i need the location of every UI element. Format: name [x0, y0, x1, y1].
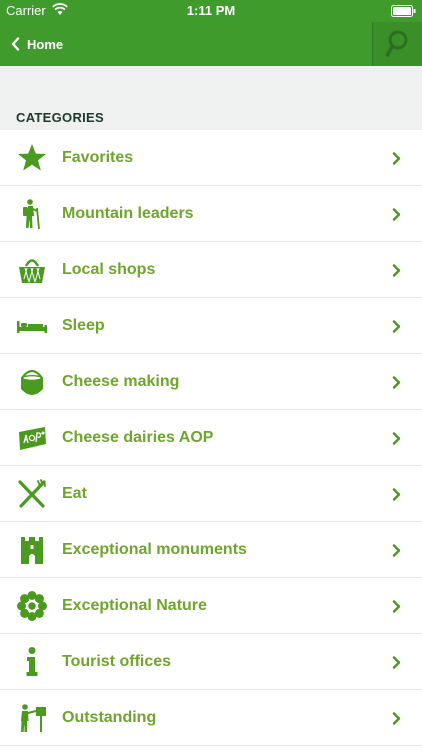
- category-label: Outstanding: [62, 709, 157, 726]
- guide-sign-icon: [21, 704, 46, 732]
- chevron-right-icon: [392, 488, 401, 501]
- category-label: Tourist offices: [62, 653, 172, 670]
- castle-icon: [21, 537, 43, 564]
- category-row-cheese-making[interactable]: Cheese making: [0, 354, 422, 410]
- top-spacer: [0, 66, 422, 106]
- battery-icon: [391, 5, 416, 17]
- chevron-right-icon: [392, 264, 401, 277]
- category-row-outstanding[interactable]: Outstanding: [0, 690, 422, 746]
- category-row-eat[interactable]: Eat: [0, 466, 422, 522]
- bed-icon: [17, 321, 47, 333]
- chevron-right-icon: [392, 320, 401, 333]
- category-label: Exceptional monuments: [62, 541, 247, 558]
- category-label: Favorites: [62, 149, 134, 166]
- back-label: Home: [27, 37, 64, 52]
- chevron-right-icon: [392, 712, 401, 725]
- category-label: Exceptional Nature: [62, 597, 207, 614]
- status-time: 1:11 PM: [186, 3, 236, 18]
- chevron-left-icon: [11, 37, 20, 51]
- chevron-right-icon: [392, 600, 401, 613]
- search-button[interactable]: [372, 22, 422, 66]
- section-title: CATEGORIES: [16, 110, 104, 125]
- flower-icon: [17, 591, 47, 621]
- category-row-exceptional-nature[interactable]: Exceptional Nature: [0, 578, 422, 634]
- category-row-favorites[interactable]: Favorites: [0, 130, 422, 186]
- category-list: Favorites Mountain leaders Local shops S…: [0, 130, 422, 746]
- chevron-right-icon: [392, 656, 401, 669]
- chevron-right-icon: [392, 152, 401, 165]
- category-row-cheese-dairies-aop[interactable]: Cheese dairies AOP: [0, 410, 422, 466]
- category-label: Cheese making: [62, 373, 180, 390]
- fork-knife-icon: [18, 479, 46, 508]
- basket-icon: [19, 259, 45, 283]
- chevron-right-icon: [392, 544, 401, 557]
- navigation-bar: Home: [0, 22, 422, 66]
- section-header: CATEGORIES: [0, 106, 422, 130]
- category-row-mountain-leaders[interactable]: Mountain leaders: [0, 186, 422, 242]
- chevron-right-icon: [392, 432, 401, 445]
- category-label: Mountain leaders: [62, 205, 194, 222]
- category-row-exceptional-monuments[interactable]: Exceptional monuments: [0, 522, 422, 578]
- category-row-sleep[interactable]: Sleep: [0, 298, 422, 354]
- category-label: Sleep: [62, 317, 105, 334]
- star-icon: [18, 144, 46, 171]
- search-icon: [385, 30, 408, 57]
- category-label: Cheese dairies AOP: [62, 429, 214, 446]
- hiker-icon: [23, 199, 40, 230]
- info-icon: [26, 647, 38, 676]
- category-label: Eat: [62, 485, 87, 502]
- chevron-right-icon: [392, 208, 401, 221]
- aop-label-icon: [19, 427, 46, 450]
- category-row-local-shops[interactable]: Local shops: [0, 242, 422, 298]
- back-button[interactable]: Home: [0, 22, 110, 66]
- category-row-tourist-offices[interactable]: Tourist offices: [0, 634, 422, 690]
- cheese-pot-icon: [21, 369, 43, 395]
- chevron-right-icon: [392, 376, 401, 389]
- status-bar: Carrier 1:11 PM: [0, 0, 422, 22]
- category-label: Local shops: [62, 261, 156, 278]
